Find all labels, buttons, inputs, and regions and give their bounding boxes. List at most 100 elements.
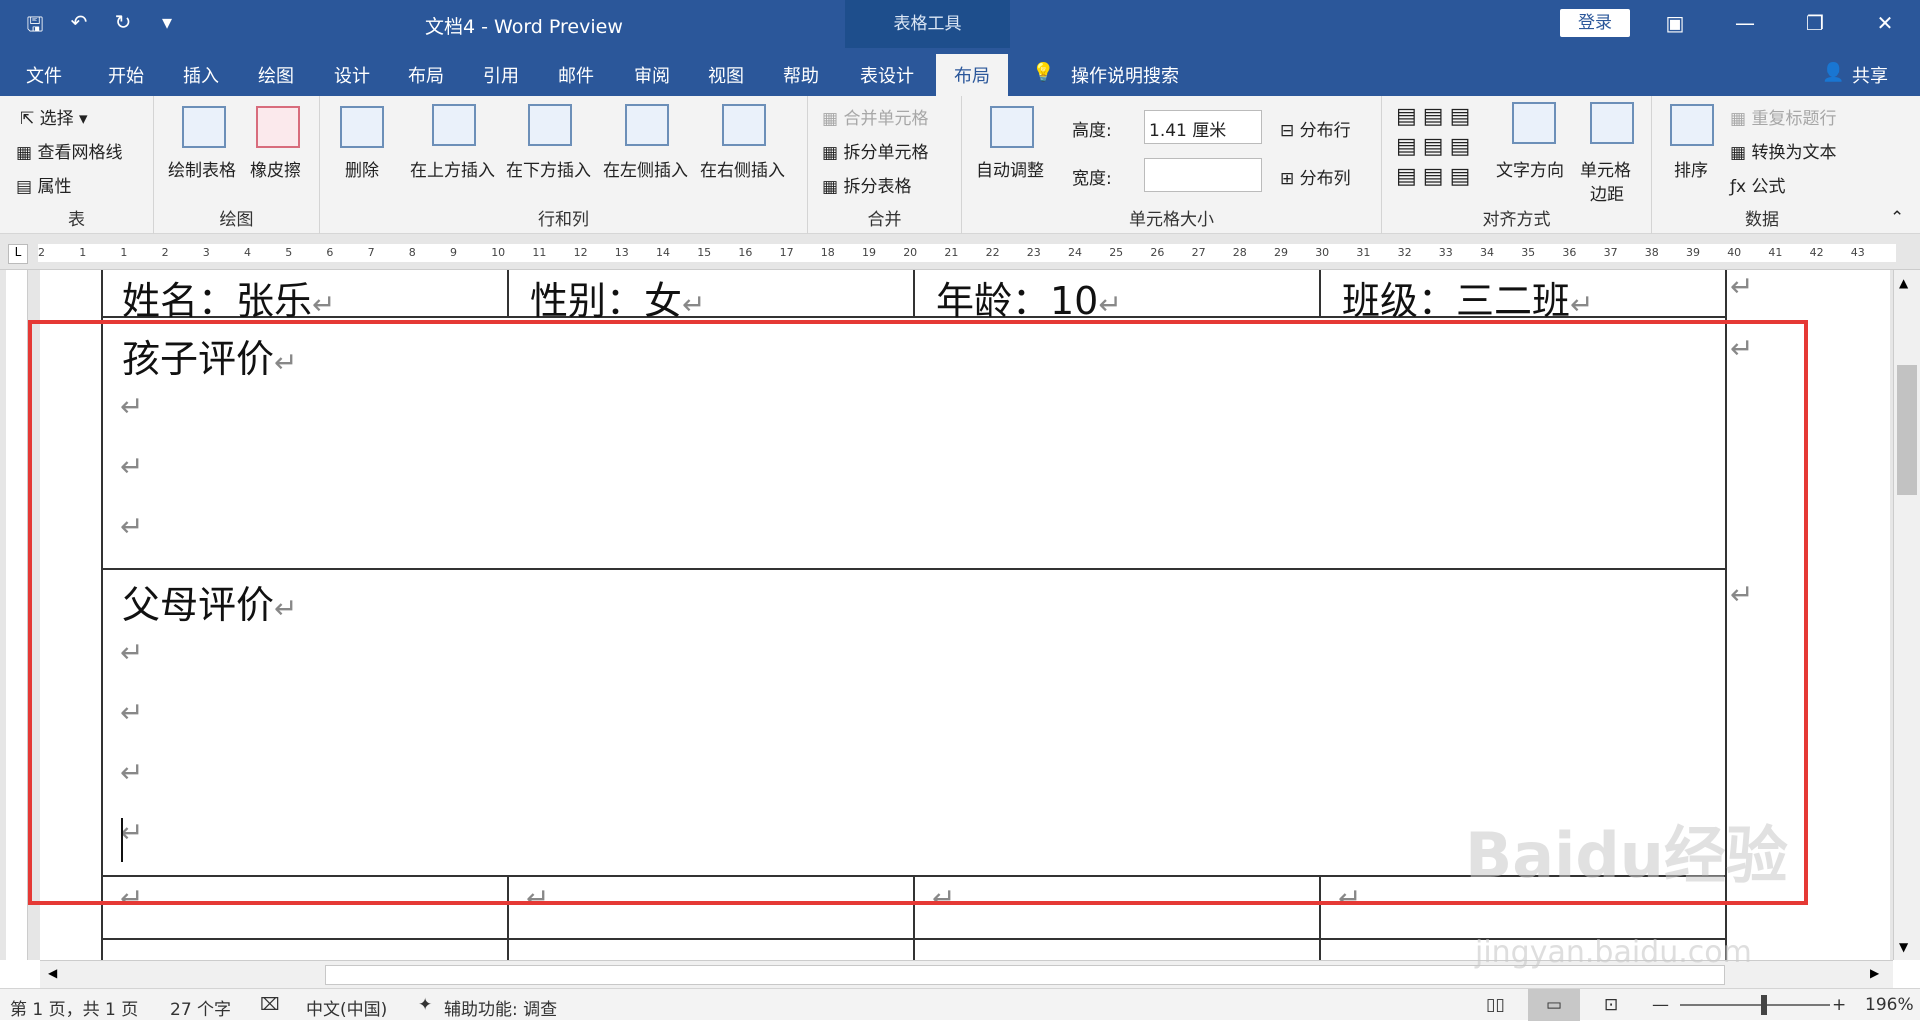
language-indicator[interactable]: 中文(中国) (306, 995, 387, 1020)
minimize-icon[interactable]: — (1710, 0, 1780, 48)
vertical-scrollbar[interactable]: ▲ ▼ (1893, 270, 1920, 960)
merge-cells-button[interactable]: ▦ 合并单元格 (822, 104, 928, 129)
end-of-row-mark: ↵ (1730, 270, 1754, 303)
tab-draw[interactable]: 绘图 (258, 62, 294, 88)
scroll-left-icon[interactable]: ◀ (48, 966, 57, 980)
sort-button[interactable]: 排序 (1674, 156, 1708, 181)
draw-table-button[interactable]: 绘制表格 (168, 156, 236, 181)
page-count[interactable]: 第 1 页，共 1 页 (10, 995, 138, 1020)
ruler-number: 17 (779, 246, 794, 259)
split-cells-button[interactable]: ▦ 拆分单元格 (822, 138, 928, 163)
view-gridlines-button[interactable]: ▦ 查看网格线 (16, 138, 122, 163)
formula-button[interactable]: ƒx 公式 (1730, 172, 1785, 197)
tab-table-layout[interactable]: 布局 (936, 54, 1008, 96)
undo-icon[interactable]: ↶ (64, 10, 94, 44)
ruler-number: 3 (202, 246, 210, 259)
height-input[interactable]: 1.41 厘米 (1144, 110, 1262, 144)
restore-icon[interactable]: ❐ (1780, 0, 1850, 48)
accessibility-status[interactable]: 辅助功能: 调查 (444, 995, 557, 1020)
table-cell[interactable]: 性别：女↵ (530, 270, 705, 325)
insert-above-button[interactable]: 在上方插入 (410, 156, 495, 181)
group-table: ⇱ 选择 ▾ ▦ 查看网格线 ▤ 属性 表 (0, 96, 154, 234)
table-cell[interactable]: 姓名：张乐↵ (122, 270, 335, 325)
scroll-right-icon[interactable]: ▶ (1870, 966, 1879, 980)
save-icon[interactable]: 🖫 (20, 10, 50, 44)
group-draw: 绘制表格 橡皮擦 绘图 (154, 96, 320, 234)
ruler-number: 32 (1397, 246, 1412, 259)
alignment-grid[interactable]: ▤▤▤ ▤▤▤ ▤▤▤ (1396, 102, 1476, 192)
tab-file[interactable]: 文件 (26, 62, 62, 88)
text-direction-button[interactable]: 文字方向 (1496, 156, 1564, 181)
select-button[interactable]: ⇱ 选择 ▾ (20, 104, 88, 129)
tab-view[interactable]: 视图 (708, 62, 744, 88)
table-cell[interactable]: 年龄：10↵ (936, 270, 1122, 325)
redo-icon[interactable]: ↻ (108, 10, 138, 44)
cell-margins-button[interactable]: 单元格 (1580, 156, 1631, 181)
print-layout-icon[interactable]: ▭ (1528, 989, 1580, 1021)
web-layout-icon[interactable]: ⊡ (1604, 995, 1618, 1015)
window-controls: ▣ — ❐ ✕ (1640, 0, 1920, 48)
share-button[interactable]: 共享 (1852, 62, 1888, 88)
insert-right-button[interactable]: 在右侧插入 (700, 156, 785, 181)
ruler-number: 38 (1644, 246, 1659, 259)
word-count[interactable]: 27 个字 (170, 995, 231, 1020)
tab-references[interactable]: 引用 (483, 62, 519, 88)
sort-icon (1670, 104, 1714, 146)
scroll-up-icon[interactable]: ▲ (1899, 276, 1908, 290)
tab-help[interactable]: 帮助 (783, 62, 819, 88)
read-mode-icon[interactable]: ▯▯ (1486, 995, 1505, 1015)
quick-access-toolbar: 🖫 ↶ ↻ ▾ (20, 10, 182, 44)
width-label: 宽度: (1072, 169, 1112, 189)
eraser-button[interactable]: 橡皮擦 (250, 156, 301, 181)
zoom-in-icon[interactable]: + (1832, 995, 1846, 1015)
zoom-slider[interactable] (1680, 1004, 1830, 1006)
tab-layout[interactable]: 布局 (408, 62, 444, 88)
cell-divider (1319, 270, 1321, 316)
group-alignment: ▤▤▤ ▤▤▤ ▤▤▤ 文字方向 单元格 边距 对齐方式 (1382, 96, 1652, 234)
split-table-button[interactable]: ▦ 拆分表格 (822, 172, 911, 197)
tab-selector[interactable]: L (8, 244, 28, 264)
vertical-scroll-thumb[interactable] (1897, 365, 1917, 495)
ruler-number: 35 (1521, 246, 1536, 259)
ruler-number: 37 (1603, 246, 1618, 259)
tab-review[interactable]: 审阅 (634, 62, 670, 88)
group-cell-size: 自动调整 高度: 1.41 厘米 宽度: ⊟ 分布行 ⊞ 分布列 单元格大小 (962, 96, 1382, 234)
proofing-icon[interactable]: ⌧ (260, 995, 280, 1015)
autofit-button[interactable]: 自动调整 (976, 156, 1044, 181)
zoom-level[interactable]: 196% (1865, 995, 1914, 1015)
tab-table-design[interactable]: 表设计 (860, 62, 914, 88)
tell-me-search[interactable]: 操作说明搜索 (1071, 62, 1179, 88)
ruler-number: 40 (1727, 246, 1742, 259)
login-button[interactable]: 登录 (1560, 9, 1630, 37)
width-input[interactable] (1144, 158, 1262, 192)
ruler-number: 5 (285, 246, 293, 259)
autofit-icon (990, 106, 1034, 148)
table-cell[interactable]: 班级：三二班↵ (1342, 270, 1593, 325)
close-icon[interactable]: ✕ (1850, 0, 1920, 48)
ruler-number: 6 (326, 246, 334, 259)
zoom-out-icon[interactable]: — (1652, 995, 1669, 1015)
repeat-header-button[interactable]: ▦ 重复标题行 (1730, 104, 1836, 129)
delete-icon (340, 106, 384, 148)
ribbon-display-icon[interactable]: ▣ (1640, 0, 1710, 48)
distribute-columns-button[interactable]: ⊞ 分布列 (1280, 164, 1351, 189)
tab-insert[interactable]: 插入 (183, 62, 219, 88)
tab-home[interactable]: 开始 (108, 62, 144, 88)
ruler-number: 24 (1068, 246, 1082, 259)
customize-icon[interactable]: ▾ (152, 10, 182, 44)
ruler-number: 19 (862, 246, 876, 259)
tab-mailings[interactable]: 邮件 (558, 62, 594, 88)
insert-below-button[interactable]: 在下方插入 (506, 156, 591, 181)
zoom-slider-thumb[interactable] (1761, 995, 1767, 1015)
delete-button[interactable]: 删除 (345, 156, 379, 181)
convert-to-text-button[interactable]: ▦ 转换为文本 (1730, 138, 1836, 163)
properties-button[interactable]: ▤ 属性 (16, 172, 71, 197)
text-direction-icon (1512, 102, 1556, 144)
scroll-down-icon[interactable]: ▼ (1899, 940, 1908, 954)
insert-left-button[interactable]: 在左侧插入 (603, 156, 688, 181)
insert-above-icon (432, 104, 476, 146)
ruler-number: 18 (820, 246, 835, 259)
distribute-rows-button[interactable]: ⊟ 分布行 (1280, 116, 1351, 141)
collapse-ribbon-icon[interactable]: ⌃ (1890, 208, 1904, 228)
tab-design[interactable]: 设计 (334, 62, 370, 88)
